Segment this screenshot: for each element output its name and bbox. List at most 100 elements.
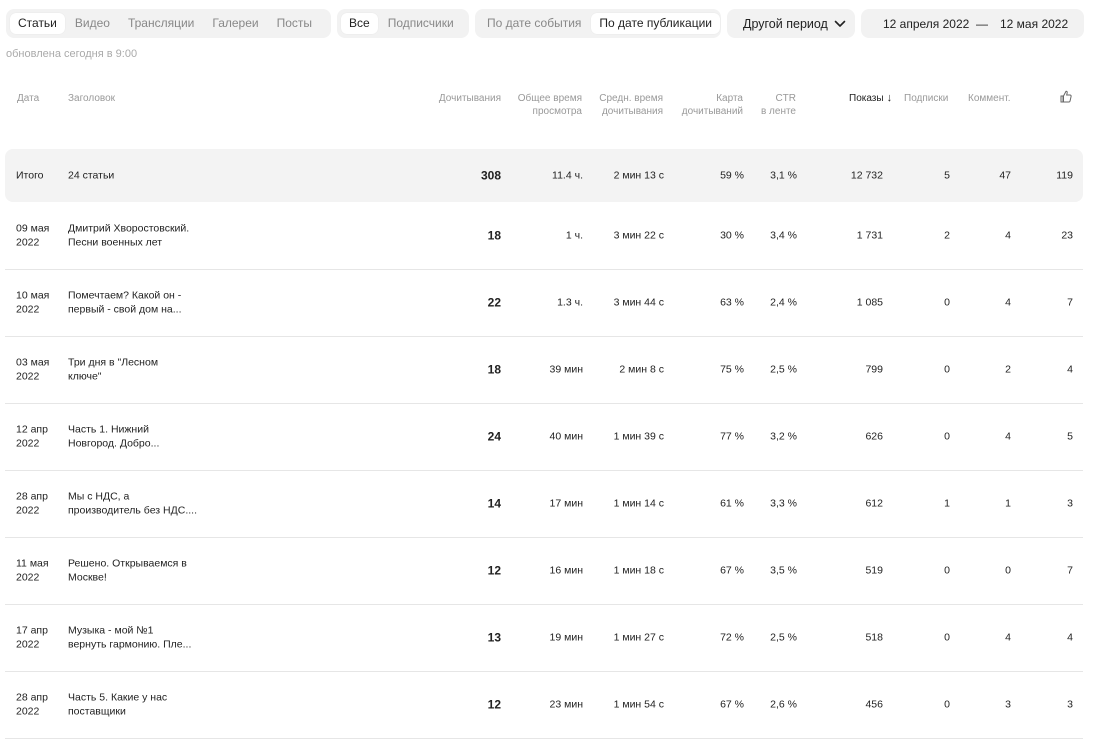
row-ctr: 3,2 %	[770, 430, 797, 443]
row-title-line1: Часть 1. Нижний	[68, 423, 149, 436]
row-title[interactable]: Часть 5. Какие у нас поставщики	[68, 692, 208, 719]
row-total-time: 1.3 ч.	[557, 296, 583, 309]
row-reads: 12	[487, 563, 501, 578]
row-views: 1 085	[856, 296, 883, 309]
row-title[interactable]: Музыка - мой №1 вернуть гармонию. Пле...	[68, 625, 208, 652]
header-avg-time-2: дочитывания	[601, 106, 663, 117]
row-likes: 3	[1067, 497, 1073, 510]
row-views: 626	[865, 430, 883, 443]
row-title-line2: Новгород. Добро...	[68, 437, 160, 449]
date-to[interactable]: 12 мая 2022	[1000, 17, 1068, 31]
date-from[interactable]: 12 апреля 2022	[883, 17, 969, 31]
row-likes: 4	[1067, 631, 1073, 644]
table-row[interactable]: 03 мая 2022 Три дня в "Лесном ключе" 18 39…	[5, 337, 1083, 404]
table-row[interactable]: 12 апр 2022 Часть 1. Нижний Новгород. Добр…	[5, 404, 1083, 471]
row-total-time: 16 мин	[549, 564, 583, 577]
table-row[interactable]: 11 мая 2022 Решено. Открываемся в Москве! …	[5, 538, 1083, 605]
row-date-day: 17 апр	[16, 624, 48, 637]
row-title-line1: Дмитрий Хворостовский.	[68, 222, 190, 235]
period-dropdown[interactable]: Другой период	[727, 9, 855, 38]
row-subs: 0	[944, 631, 950, 644]
header-reads[interactable]: Дочитывания	[430, 92, 501, 105]
header-date[interactable]: Дата	[17, 92, 39, 105]
content-type-tabs: Статьи Видео Трансляции Галереи Посты	[6, 9, 331, 38]
tab-galleries[interactable]: Галереи	[204, 13, 266, 34]
total-label: Итого	[16, 168, 44, 181]
row-title[interactable]: Мы с НДС, а производитель без НДС....	[68, 491, 208, 518]
row-map: 67 %	[720, 698, 744, 711]
tab-subscribers[interactable]: Подписчики	[380, 13, 462, 34]
table-row[interactable]: 28 апр 2022 Часть 5. Какие у нас поставщик…	[5, 672, 1083, 739]
row-likes: 7	[1067, 296, 1073, 309]
row-comments: 4	[1005, 296, 1011, 309]
tab-by-publication-date[interactable]: По дате публикации	[591, 13, 720, 34]
row-date-year: 2022	[16, 370, 40, 382]
row-date-year: 2022	[16, 638, 40, 650]
row-map: 30 %	[720, 229, 744, 242]
row-likes: 4	[1067, 363, 1073, 376]
row-subs: 0	[944, 296, 950, 309]
row-map: 63 %	[720, 296, 744, 309]
row-views: 519	[865, 564, 883, 577]
row-ctr: 3,4 %	[770, 229, 797, 242]
row-title[interactable]: Дмитрий Хворостовский. Песни военных лет	[68, 223, 208, 250]
tab-streams[interactable]: Трансляции	[120, 13, 202, 34]
table-row[interactable]: 09 мая 2022 Дмитрий Хворостовский. Песни в…	[5, 203, 1083, 270]
date-mode-tabs: По дате события По дате публикации	[475, 9, 721, 38]
row-likes: 5	[1067, 430, 1073, 443]
row-reads: 14	[487, 496, 501, 511]
row-date-year: 2022	[16, 236, 40, 248]
header-title[interactable]: Заголовок	[68, 92, 115, 105]
total-subs: 5	[944, 168, 950, 181]
header-views-label: Показы	[849, 93, 884, 104]
tab-posts[interactable]: Посты	[269, 13, 320, 34]
row-date-day: 09 мая	[16, 222, 50, 235]
table-row[interactable]: 28 апр 2022 Мы с НДС, а производитель без …	[5, 471, 1083, 538]
row-date: 10 мая 2022	[16, 290, 61, 317]
header-subs[interactable]: Подписки	[904, 92, 948, 105]
row-date: 11 мая 2022	[16, 558, 61, 585]
row-title-line2: ключе"	[68, 370, 102, 382]
row-ctr: 2,6 %	[770, 698, 797, 711]
tab-all[interactable]: Все	[341, 13, 378, 34]
row-map: 67 %	[720, 564, 744, 577]
header-avg-time-1[interactable]: Средн. время	[590, 92, 663, 105]
row-subs: 2	[944, 229, 950, 242]
row-avg-time: 1 мин 14 с	[613, 497, 664, 510]
row-title[interactable]: Помечтаем? Какой он - первый - свой дом н…	[68, 290, 208, 317]
row-subs: 1	[944, 497, 950, 510]
header-comments[interactable]: Коммент.	[968, 92, 1010, 105]
header-total-time-1[interactable]: Общее время	[505, 92, 582, 105]
row-views: 799	[865, 363, 883, 376]
date-range-picker[interactable]: 12 апреля 2022 — 12 мая 2022	[861, 9, 1084, 38]
tab-by-event-date[interactable]: По дате события	[479, 13, 589, 34]
header-ctr-1[interactable]: CTR	[750, 92, 796, 105]
row-title[interactable]: Часть 1. Нижний Новгород. Добро...	[68, 424, 208, 451]
row-subs: 0	[944, 430, 950, 443]
row-total-time: 39 мин	[549, 363, 583, 376]
header-views[interactable]: Показы ↓	[849, 92, 892, 105]
tab-articles[interactable]: Статьи	[10, 13, 65, 34]
row-title[interactable]: Решено. Открываемся в Москве!	[68, 558, 208, 585]
header-ctr-2: в ленте	[760, 106, 796, 117]
row-date-day: 03 мая	[16, 356, 50, 369]
total-row: Итого 24 статьи 308 11.4 ч. 2 мин 13 с 5…	[5, 149, 1083, 202]
header-map-1[interactable]: Карта	[670, 92, 743, 105]
row-date-year: 2022	[16, 437, 40, 449]
row-likes: 23	[1061, 229, 1073, 242]
row-ctr: 2,5 %	[770, 363, 797, 376]
row-title-line2: производитель без НДС....	[68, 504, 197, 516]
table-row[interactable]: 17 апр 2022 Музыка - мой №1 вернуть гармон…	[5, 605, 1083, 672]
row-title-line1: Помечтаем? Какой он -	[68, 289, 182, 302]
row-title-line2: поставщики	[68, 705, 126, 717]
row-title[interactable]: Три дня в "Лесном ключе"	[68, 357, 208, 384]
row-comments: 1	[1005, 497, 1011, 510]
row-reads: 24	[487, 429, 501, 444]
table-row[interactable]: 10 мая 2022 Помечтаем? Какой он - первый -…	[5, 270, 1083, 337]
total-views: 12 732	[850, 168, 883, 181]
row-map: 72 %	[720, 631, 744, 644]
updated-note: обновлена сегодня в 9:00	[6, 48, 138, 60]
thumbs-up-icon[interactable]	[1060, 90, 1072, 107]
tab-video[interactable]: Видео	[67, 13, 118, 34]
row-views: 518	[865, 631, 883, 644]
